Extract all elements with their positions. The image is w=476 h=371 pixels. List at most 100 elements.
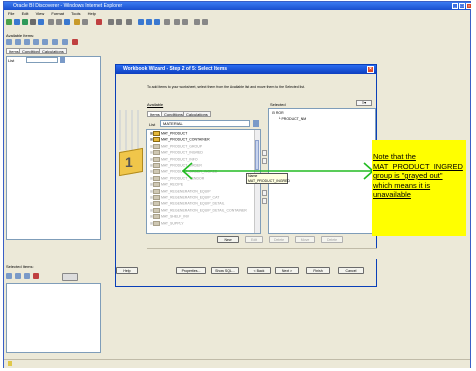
stoplight-icon[interactable] [174,19,180,25]
selected-item-label: ROR [275,111,284,115]
percentage-icon[interactable] [33,39,39,45]
currency-icon[interactable] [146,19,152,25]
annotation-arrow [181,162,375,180]
app-root: Oracle BI Discoverer - Windows Internet … [0,0,476,371]
tree-item: ⊞ MAT_PRODUCT_GROUP [150,143,203,149]
format-icon[interactable] [138,19,144,25]
selected-item-folder[interactable]: ⊟ ROR [272,111,284,115]
main-toolbar [4,18,470,27]
help-button[interactable]: Help [116,267,138,274]
new-button[interactable]: New [217,236,239,243]
percent-icon[interactable] [126,19,132,25]
print-icon[interactable] [30,19,36,25]
tree-item: ⊞ MAT_SHELF_INV [150,214,190,220]
close-icon[interactable]: × [367,66,374,73]
list-label: List [149,122,156,127]
search-icon[interactable] [60,57,65,63]
move-button[interactable]: Move [295,236,315,243]
chart-icon[interactable] [64,19,70,25]
menu-edit[interactable]: Edit [22,11,29,16]
edit-icon[interactable] [62,39,68,45]
lock-icon [8,361,12,366]
save-icon[interactable] [22,19,28,25]
list-dropdown[interactable] [26,57,58,63]
tree-item-label: MAT_PRODUCT_GROUP [160,144,203,149]
delete-icon[interactable] [33,273,39,279]
delete-icon[interactable] [72,39,78,45]
close-icon[interactable]: × [466,3,472,9]
tab-calculations[interactable]: Calculations [183,111,211,117]
window-title-bar: Oracle BI Discoverer - Windows Internet … [4,2,472,10]
folder-icon [152,175,160,181]
calculation-icon[interactable] [24,39,30,45]
maximize-icon[interactable]: □ [459,3,465,9]
tab-calculations[interactable]: Calculations [39,48,67,54]
tree-item[interactable]: ⊞ MAT_PRODUCT_CONTAINER [150,137,210,143]
tree-item-label: MAT_SHELF_INV [160,214,190,219]
drill-icon[interactable] [96,19,102,25]
new-icon[interactable] [6,19,12,25]
item-icon[interactable] [6,273,12,279]
item-icon[interactable] [6,39,12,45]
query-icon[interactable] [202,19,208,25]
layout-icon[interactable] [82,19,88,25]
condition-icon[interactable] [15,39,21,45]
conditional-icon[interactable] [164,19,170,25]
edit-button[interactable]: Edit [245,236,263,243]
folder-icon [152,163,160,168]
finish-button[interactable]: Finish [306,267,330,274]
properties-button[interactable]: Properties... [176,267,206,274]
move-all-left-icon[interactable] [262,198,267,204]
available-items-list[interactable] [6,56,101,240]
menu-tools[interactable]: Tools [71,11,80,16]
selected-items-list[interactable] [6,283,101,353]
list-label: List [8,58,15,63]
tree-item-label: MAT_PRODUCT [160,131,188,136]
undo-icon[interactable] [48,19,54,25]
parameter-icon[interactable] [52,39,58,45]
available-tabs: Items Conditions Calculations [6,48,101,55]
folder-icon [152,201,160,207]
decimal-icon[interactable] [154,19,160,25]
delete-selected-button[interactable]: Delete [321,236,343,243]
tree-item[interactable]: ⊞ MAT_PRODUCT [150,131,187,136]
selected-item-label: PRODUCT_NM [281,117,307,121]
selected-options-dropdown[interactable]: ≡▾ [356,100,372,106]
edit-icon[interactable] [15,273,21,279]
folder-icon [152,182,160,188]
search-icon[interactable] [38,19,44,25]
folder-icon [152,220,160,226]
sort-asc-icon[interactable] [108,19,114,25]
folder-icon [152,207,160,213]
sort-desc-icon[interactable] [116,19,122,25]
menu-bar: File Edit View Format Tools Help [4,11,470,17]
search-icon[interactable] [253,120,259,127]
tree-item: ⊞ MAT_SUPPLY [150,220,184,226]
tree-item-label: MAT_PRODUCT_CONTAINER [160,137,210,142]
format-icon[interactable] [24,273,30,279]
cancel-button[interactable]: Cancel [338,267,364,274]
table-icon[interactable] [74,19,80,25]
menu-view[interactable]: View [36,11,45,16]
business-area-dropdown[interactable]: MATERIAL [160,120,250,127]
menu-format[interactable]: Format [51,11,64,16]
status-bar [4,359,470,368]
back-button[interactable]: < Back [247,267,271,274]
selected-item[interactable]: └ PRODUCT_NM [278,117,306,121]
options-dropdown[interactable] [62,273,78,281]
tree-item: ⊞ MAT_REGENERATION_EQUIP_DETAIL [150,201,225,207]
tree-item-label: MAT_REGENERATION_EQUIP_DETAIL_CONTAINER [160,208,247,213]
menu-file[interactable]: File [8,11,14,16]
next-button[interactable]: Next > [275,267,299,274]
total-icon[interactable] [42,39,48,45]
folder-icon [152,188,160,194]
menu-help[interactable]: Help [88,11,96,16]
exception-icon[interactable] [182,19,188,25]
delete-button[interactable]: Delete [269,236,289,243]
redo-icon[interactable] [56,19,62,25]
show-sql-button[interactable]: Show SQL... [211,267,239,274]
open-icon[interactable] [14,19,20,25]
minimize-icon[interactable]: _ [452,3,458,9]
wizard-title-bar: Workbook Wizard - Step 2 of 5: Select It… [116,65,376,74]
refresh-icon[interactable] [194,19,200,25]
